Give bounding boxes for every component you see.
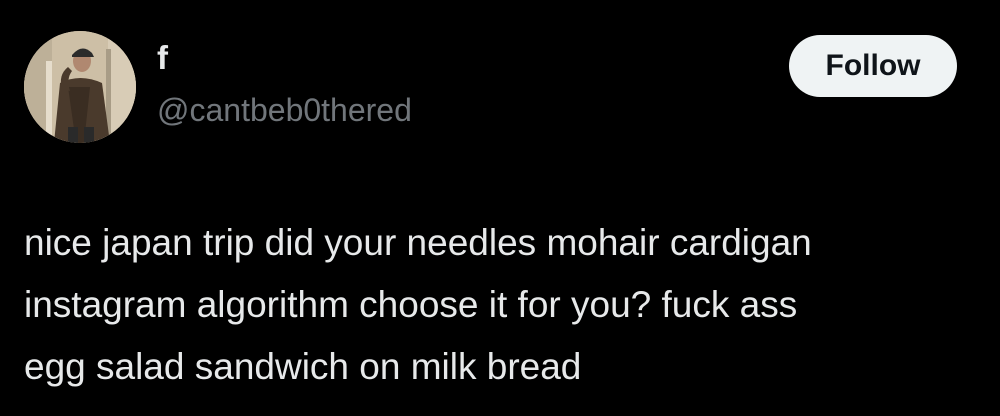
tweet-text-line: egg salad sandwich on milk bread [24,346,582,387]
tweet-text: nice japan trip did your needles mohair … [24,212,984,398]
author-handle[interactable]: @cantbeb0thered [157,90,412,130]
avatar[interactable] [24,31,136,143]
follow-button[interactable]: Follow [789,35,957,97]
tweet-card: f @cantbeb0thered Follow nice japan trip… [0,0,1000,416]
author-display-name[interactable]: f [157,38,168,78]
tweet-text-line: nice japan trip did your needles mohair … [24,222,812,263]
tweet-text-line: instagram algorithm choose it for you? f… [24,284,798,325]
person-photo-avatar-icon [24,31,136,143]
